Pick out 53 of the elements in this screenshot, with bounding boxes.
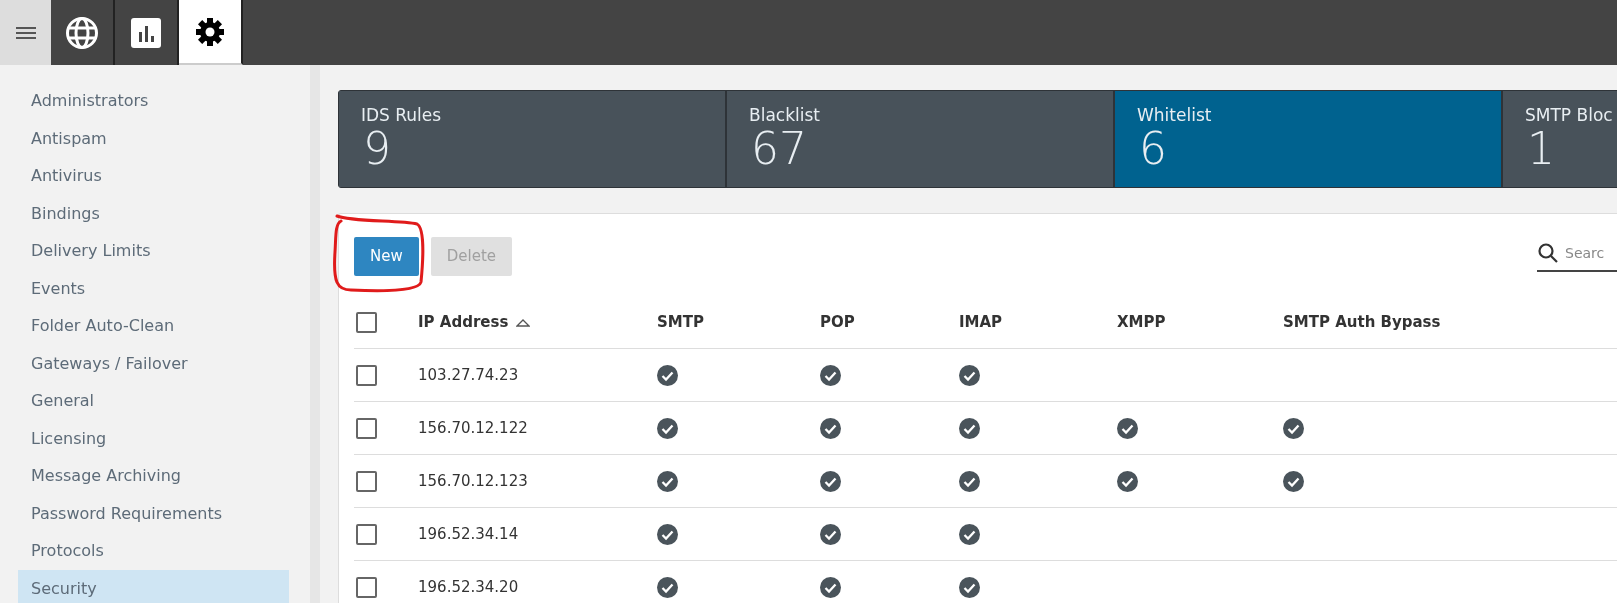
- column-header[interactable]: POP: [820, 313, 855, 331]
- card-title: Whitelist: [1137, 105, 1212, 125]
- sidebar-item[interactable]: Antispam: [18, 119, 289, 157]
- sidebar-item[interactable]: Folder Auto-Clean: [18, 307, 289, 345]
- card-count: 67: [750, 125, 807, 173]
- table-cell: 196.52.34.14: [418, 525, 519, 543]
- row-checkbox[interactable]: [356, 523, 377, 545]
- menu-icon: [15, 25, 36, 40]
- table-cell: 156.70.12.123: [418, 472, 528, 490]
- card-title: SMTP Bloc: [1525, 105, 1613, 125]
- globe-icon: [65, 15, 99, 50]
- sidebar-item[interactable]: Administrators: [18, 82, 289, 120]
- row-checkbox[interactable]: [356, 470, 377, 492]
- sort-ascending-icon[interactable]: [516, 317, 531, 327]
- new-button[interactable]: New: [354, 236, 419, 276]
- select-all-checkbox[interactable]: [356, 311, 377, 333]
- scrollbar[interactable]: [310, 65, 320, 603]
- table-cell: 103.27.74.23: [418, 366, 519, 384]
- sidebar-item[interactable]: Protocols: [18, 532, 289, 570]
- summary-card[interactable]: SMTP Bloc 1: [1503, 91, 1617, 187]
- sidebar-item[interactable]: Password Requirements: [18, 494, 289, 532]
- sidebar-item[interactable]: Message Archiving: [18, 457, 289, 495]
- table-cell: 156.70.12.122: [418, 419, 528, 437]
- summary-card[interactable]: IDS Rules 9: [339, 91, 725, 187]
- sidebar-item[interactable]: Security: [18, 569, 289, 603]
- gear-tab[interactable]: [179, 0, 243, 65]
- row-checkbox[interactable]: [356, 417, 377, 439]
- gear-icon: [195, 16, 225, 47]
- column-header[interactable]: IMAP: [959, 313, 1003, 331]
- column-header[interactable]: SMTP Auth Bypass: [1283, 313, 1441, 331]
- card-count: 9: [362, 125, 391, 173]
- menu-tab[interactable]: [0, 0, 51, 65]
- summary-card[interactable]: Whitelist 6: [1115, 91, 1501, 187]
- sidebar-item[interactable]: Events: [18, 269, 289, 307]
- sidebar-item[interactable]: General: [18, 382, 289, 420]
- bar-chart-icon: [131, 17, 161, 48]
- card-count: 6: [1138, 125, 1167, 173]
- row-checkbox[interactable]: [356, 576, 377, 598]
- sidebar-item[interactable]: Gateways / Failover: [18, 344, 289, 382]
- sidebar-item[interactable]: Antivirus: [18, 157, 289, 195]
- column-header[interactable]: XMPP: [1117, 313, 1166, 331]
- sidebar-item[interactable]: Bindings: [18, 194, 289, 232]
- card-title: IDS Rules: [361, 105, 442, 125]
- card-title: Blacklist: [749, 105, 820, 125]
- column-header[interactable]: IP Address: [418, 313, 509, 331]
- card-count: 1: [1526, 125, 1555, 173]
- summary-card[interactable]: Blacklist 67: [727, 91, 1113, 187]
- sidebar-item[interactable]: Delivery Limits: [18, 232, 289, 270]
- table-cell: 196.52.34.20: [418, 578, 519, 596]
- row-checkbox[interactable]: [356, 364, 377, 386]
- search-icon: [1537, 242, 1559, 264]
- sidebar-item[interactable]: Licensing: [18, 419, 289, 457]
- column-header[interactable]: SMTP: [657, 313, 704, 331]
